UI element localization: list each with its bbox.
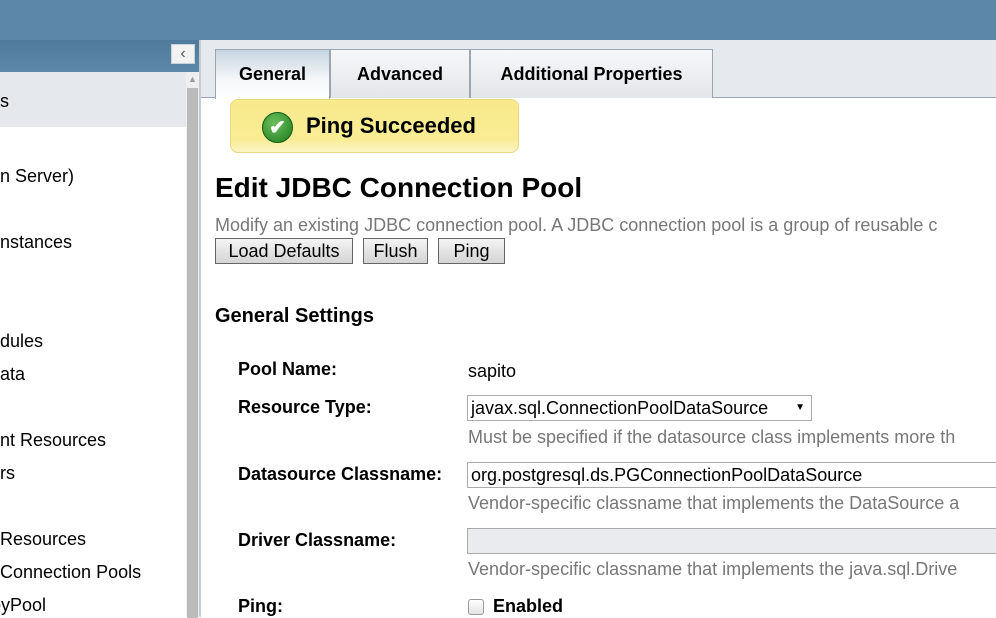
selected-row-highlight (0, 72, 186, 127)
tab-additional-properties[interactable]: Additional Properties (470, 49, 713, 98)
success-alert: ✔ Ping Succeeded (230, 99, 519, 153)
tree-item[interactable]: ata (0, 364, 25, 385)
resource-type-label: Resource Type: (238, 397, 372, 417)
ping-enabled-label[interactable]: Enabled (493, 596, 563, 617)
tab-bar: General Advanced Additional Properties (201, 40, 996, 99)
splitter-handle[interactable] (199, 40, 201, 617)
ping-enabled-checkbox[interactable] (468, 599, 484, 615)
tab-general[interactable]: General (215, 49, 330, 99)
page-description: Modify an existing JDBC connection pool.… (215, 215, 938, 235)
tree-item[interactable]: Resources (0, 529, 86, 550)
datasource-classname-label: Datasource Classname: (238, 464, 443, 484)
sidebar-scrollbar[interactable]: ▲ (186, 72, 200, 618)
driver-classname-label: Driver Classname: (238, 530, 397, 550)
driver-classname-input[interactable] (467, 528, 996, 554)
tree-item[interactable]: oyPool (0, 595, 46, 616)
scroll-up-icon[interactable]: ▲ (188, 74, 197, 84)
resource-type-help: Must be specified if the datasource clas… (468, 427, 956, 447)
flush-button[interactable]: Flush (363, 238, 428, 264)
dropdown-arrow-icon: ▼ (795, 402, 805, 413)
tree-item[interactable]: nstances (0, 232, 72, 253)
tab-advanced[interactable]: Advanced (330, 49, 470, 98)
tree-item[interactable]: Connection Pools (0, 562, 141, 583)
pool-name-label: Pool Name: (238, 359, 338, 379)
tree-item[interactable]: n Server) (0, 166, 74, 187)
resource-type-value: javax.sql.ConnectionPoolDataSource (471, 398, 769, 418)
chevron-left-icon[interactable]: ‹ (171, 44, 195, 64)
masthead (0, 0, 996, 40)
page-title: Edit JDBC Connection Pool (215, 172, 583, 203)
pool-name-value: sapito (468, 361, 517, 381)
section-title: General Settings (215, 305, 374, 327)
navigation-tree: s n Server) nstances dules ata nt Resour… (0, 72, 186, 617)
tree-item[interactable]: rs (0, 463, 15, 484)
resource-type-select[interactable]: javax.sql.ConnectionPoolDataSource ▼ (467, 395, 812, 421)
alert-text: Ping Succeeded (306, 113, 476, 138)
load-defaults-button[interactable]: Load Defaults (215, 238, 353, 264)
ping-button[interactable]: Ping (438, 238, 505, 264)
datasource-classname-input[interactable]: org.postgresql.ds.PGConnectionPoolDataSo… (467, 462, 996, 488)
check-circle-icon: ✔ (262, 112, 293, 143)
tree-item[interactable]: s (0, 91, 9, 112)
tree-item[interactable]: nt Resources (0, 430, 106, 451)
driver-classname-help: Vendor-specific classname that implement… (468, 559, 958, 579)
tree-item[interactable]: dules (0, 331, 43, 352)
sidebar-header (0, 40, 200, 72)
ping-label: Ping: (238, 596, 283, 616)
scrollbar-thumb[interactable] (187, 88, 198, 618)
datasource-classname-help: Vendor-specific classname that implement… (468, 493, 960, 513)
